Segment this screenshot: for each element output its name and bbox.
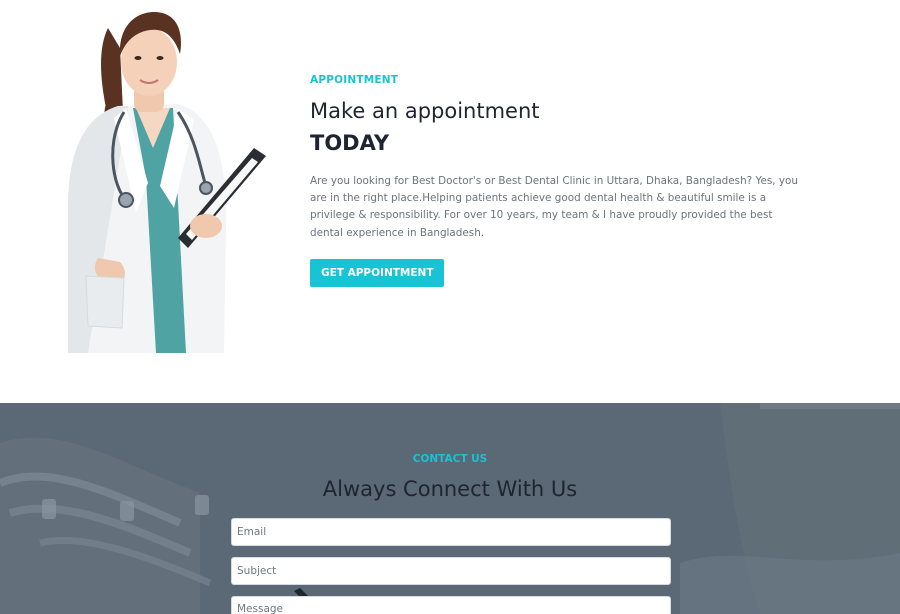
contact-section: CONTACT US Always Connect With Us: [0, 403, 900, 614]
appointment-section: APPOINTMENT Make an appointment TODAY Ar…: [0, 0, 900, 403]
contact-eyebrow: CONTACT US: [412, 453, 488, 465]
email-field[interactable]: [231, 518, 671, 546]
get-appointment-button[interactable]: GET APPOINTMENT: [310, 258, 445, 287]
appointment-description: Are you looking for Best Doctor's or Bes…: [310, 175, 798, 239]
subject-field[interactable]: [231, 557, 671, 585]
message-field[interactable]: [231, 596, 671, 614]
contact-heading: Always Connect With Us: [322, 477, 578, 501]
appointment-eyebrow: APPOINTMENT: [310, 74, 399, 86]
appointment-heading-strong: TODAY: [310, 131, 390, 155]
appointment-content: APPOINTMENT Make an appointment TODAY Ar…: [310, 74, 800, 287]
contact-content: CONTACT US Always Connect With Us: [0, 403, 900, 614]
appointment-heading: Make an appointment: [310, 99, 540, 123]
doctor-image: [28, 8, 278, 354]
